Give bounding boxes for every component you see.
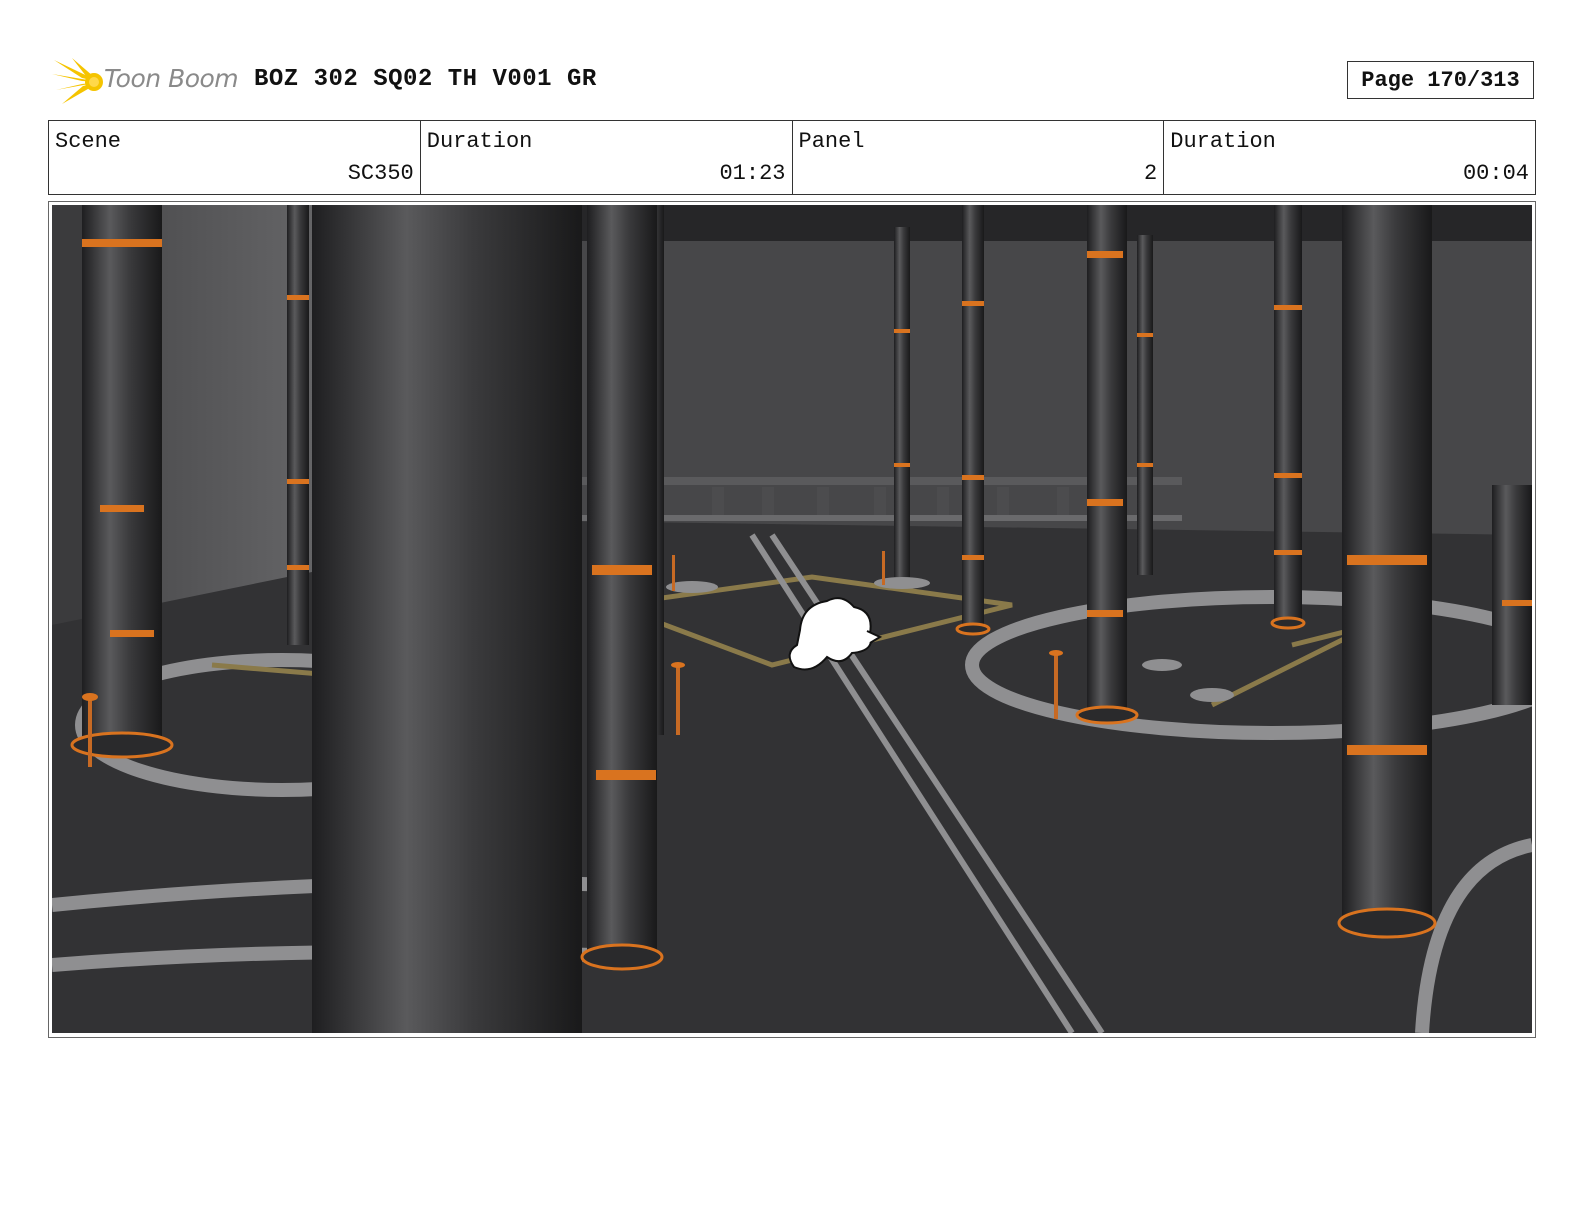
panel-info-table: Scene SC350 Duration 01:23 Panel 2 Durat… xyxy=(48,120,1536,195)
logo-wordmark: Toon Boom xyxy=(104,64,239,93)
panel-duration-label: Duration xyxy=(1170,129,1276,154)
storyboard-panel-image xyxy=(52,205,1532,1033)
scene-duration-cell: Duration 01:23 xyxy=(421,121,793,194)
panel-label: Panel xyxy=(798,129,865,154)
panel-duration-value: 00:04 xyxy=(1462,161,1529,186)
scene-cell: Scene SC350 xyxy=(49,121,421,194)
starburst-icon xyxy=(52,58,103,104)
scene-duration-label: Duration xyxy=(426,129,533,154)
panel-cell: Panel 2 xyxy=(793,121,1165,194)
document-title: BOZ 302 SQ02 TH V001 GR xyxy=(254,66,597,93)
panel-duration-cell: Duration 00:04 xyxy=(1164,121,1535,194)
scene-label: Scene xyxy=(55,129,122,154)
scene-duration-value: 01:23 xyxy=(719,161,786,186)
panel-value: 2 xyxy=(1144,161,1158,186)
page-number: Page 170/313 xyxy=(1347,61,1534,99)
scene-value: SC350 xyxy=(347,161,414,186)
pillar-hall-scene xyxy=(52,205,1532,1033)
